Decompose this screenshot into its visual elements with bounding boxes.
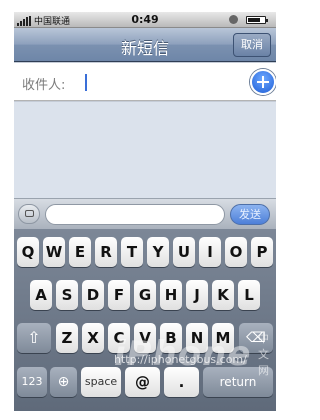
orientation-lock-icon	[229, 15, 238, 24]
key-x[interactable]: X	[82, 323, 104, 353]
watermark-url: http://iphonetgbus.com/	[114, 353, 247, 366]
camera-icon	[25, 210, 34, 217]
key-t[interactable]: T	[121, 237, 143, 267]
send-button[interactable]: 发送	[230, 204, 270, 225]
key-z[interactable]: Z	[56, 323, 78, 353]
keyboard: Q W E R T Y U I O P A S D F G H J K L ⇧ …	[14, 229, 276, 411]
compose-bar: 发送	[14, 198, 276, 229]
globe-key[interactable]: ⊕	[50, 367, 77, 397]
key-o[interactable]: O	[225, 237, 247, 267]
key-w[interactable]: W	[43, 237, 65, 267]
battery-icon	[246, 16, 268, 24]
key-p[interactable]: P	[251, 237, 273, 267]
cancel-button[interactable]: 取消	[233, 33, 271, 57]
phone-screen: 中国联通 0:49 新短信 取消 收件人: 发送 Q W E R T Y U I…	[14, 12, 276, 411]
key-h[interactable]: H	[160, 280, 182, 310]
key-f[interactable]: F	[108, 280, 130, 310]
text-cursor	[85, 74, 87, 91]
globe-icon: ⊕	[57, 374, 70, 390]
navigation-bar: 新短信 取消	[14, 28, 276, 62]
numbers-key[interactable]: 123	[17, 367, 47, 397]
message-input[interactable]	[45, 204, 225, 225]
shift-key[interactable]: ⇧	[17, 323, 51, 353]
key-k[interactable]: K	[212, 280, 234, 310]
key-i[interactable]: I	[199, 237, 221, 267]
key-u[interactable]: U	[173, 237, 195, 267]
key-a[interactable]: A	[30, 280, 52, 310]
message-area	[14, 102, 276, 198]
camera-button[interactable]	[18, 204, 40, 224]
key-s[interactable]: S	[56, 280, 78, 310]
add-contact-icon[interactable]	[250, 69, 276, 95]
key-g[interactable]: G	[134, 280, 156, 310]
key-y[interactable]: Y	[147, 237, 169, 267]
key-d[interactable]: D	[82, 280, 104, 310]
key-q[interactable]: Q	[17, 237, 39, 267]
key-e[interactable]: E	[69, 237, 91, 267]
recipient-field[interactable]: 收件人:	[14, 63, 276, 101]
watermark-cn: 中文网	[258, 332, 269, 377]
key-j[interactable]: J	[186, 280, 208, 310]
status-bar: 中国联通 0:49	[14, 12, 276, 28]
recipient-label: 收件人:	[22, 78, 66, 93]
key-l[interactable]: L	[238, 280, 260, 310]
key-r[interactable]: R	[95, 237, 117, 267]
